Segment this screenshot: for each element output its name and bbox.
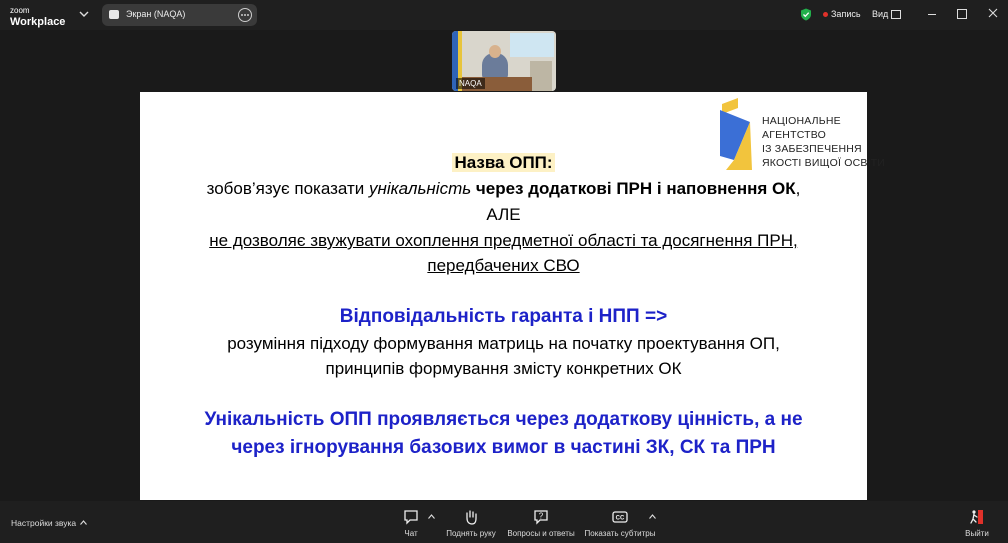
chat-button[interactable]: Чат [396,501,426,538]
screen-icon [109,10,119,19]
shared-slide: НАЦІОНАЛЬНЕ АГЕНТСТВО ІЗ ЗАБЕЗПЕЧЕННЯ ЯК… [140,92,885,500]
chevron-up-icon[interactable] [80,520,87,525]
slide-line-4: не дозволяє звужувати охоплення предметн… [140,231,867,251]
slide-line-9: Унікальність ОПП проявляється через дода… [204,409,803,430]
line5-text: передбачених СВО [427,256,580,275]
participant-name: NAQA [456,78,485,89]
line2-part-d: , [795,179,801,198]
video-person-head [489,45,501,58]
slide-line-2: зобов’язує показати унікальність через д… [140,179,867,199]
raise-hand-button[interactable]: Поднять руку [442,501,500,538]
sound-settings-button[interactable]: Настройки звука [11,518,76,528]
captions-button[interactable]: CC Показать субтитры [583,501,657,538]
slide-line-5: передбачених СВО [140,256,867,276]
slide-title: Назва ОПП: [452,153,555,172]
question-icon: ? [534,510,548,525]
security-shield-icon[interactable] [800,8,812,21]
record-label[interactable]: Запись [831,9,861,19]
captions-options-chevron-icon[interactable] [649,514,656,519]
chevron-down-icon[interactable] [78,8,90,20]
qa-button[interactable]: ? Вопросы и ответы [505,501,577,538]
slide-line-7: розуміння підходу формування матриць на … [227,334,780,353]
bottom-toolbar: Настройки звука Чат Поднять руку ? Вопро… [0,501,1008,543]
leave-label: Выйти [965,529,989,538]
maximize-icon[interactable] [957,9,967,19]
video-window [510,33,554,57]
slide-line-3: АЛЕ [486,205,521,224]
slide-line-10: через ігнорування базових вимог в частин… [231,437,776,458]
slide-title-line: Назва ОПП: [140,153,867,173]
leave-icon [970,510,983,524]
captions-icon: CC [612,511,628,523]
line2-part-c: через додаткові ПРН і наповнення ОК [471,179,796,198]
screen-share-pill[interactable]: Экран (NAQA) [102,4,257,26]
logo-line-1: zoom [10,6,30,15]
qa-label: Вопросы и ответы [507,529,575,538]
screen-share-label: Экран (NAQA) [126,9,186,19]
chat-icon [404,510,418,525]
view-label[interactable]: Вид [872,9,888,19]
leave-button[interactable]: Выйти [962,501,992,538]
agency-line-1: НАЦІОНАЛЬНЕ [762,115,841,127]
top-bar: zoom Workplace Экран (NAQA) Запись Вид [0,0,1008,30]
participant-video[interactable]: NAQA [452,31,556,91]
line4-text: не дозволяє звужувати охоплення предметн… [209,231,798,250]
agency-line-2: АГЕНТСТВО [762,129,826,141]
svg-text:?: ? [539,512,544,521]
slide-line-6: Відповідальність гаранта і НПП => [339,306,668,327]
more-options-icon[interactable] [238,8,252,22]
line2-part-b: унікальність [368,179,472,198]
chat-label: Чат [404,529,418,538]
raise-hand-label: Поднять руку [446,529,496,538]
minimize-icon[interactable] [928,14,936,15]
view-icon[interactable] [891,10,901,19]
chat-options-chevron-icon[interactable] [428,514,435,519]
video-door [530,61,552,91]
logo-line-2: Workplace [10,16,66,28]
hand-icon [466,510,477,525]
close-icon[interactable] [988,8,998,18]
zoom-logo[interactable]: zoom Workplace [10,6,66,28]
line2-part-a: зобов’язує показати [206,179,369,198]
record-dot-icon [823,12,828,17]
captions-label: Показать субтитры [584,529,656,538]
svg-text:CC: CC [616,516,625,522]
slide-line-8: принципів формування змісту конкретних О… [325,359,682,378]
